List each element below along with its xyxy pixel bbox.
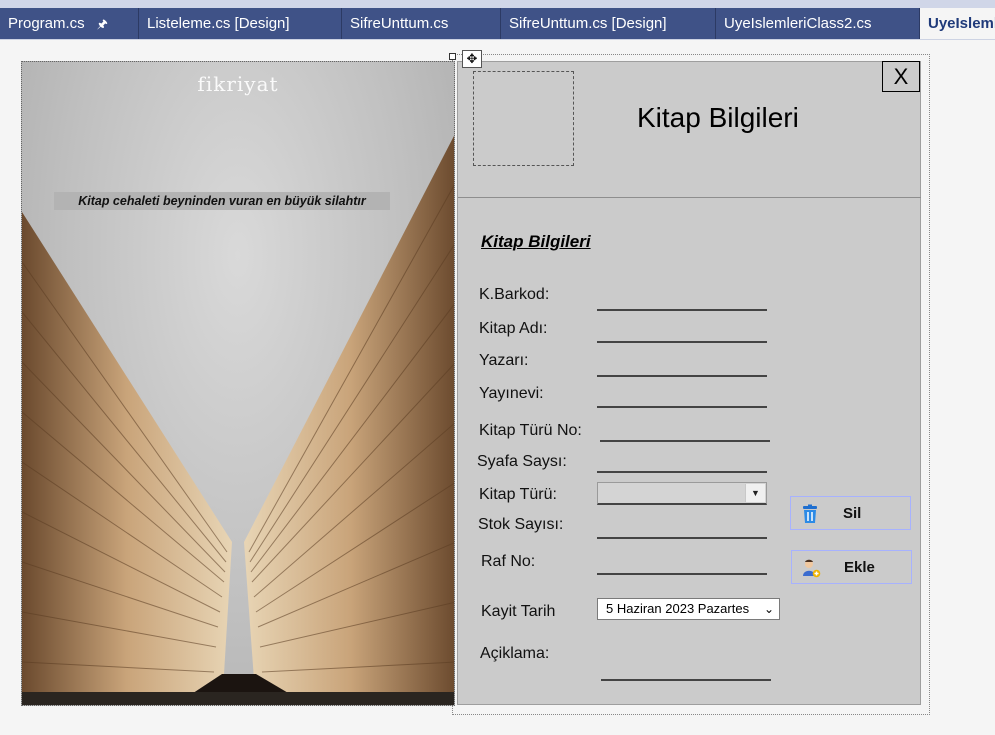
sayfa-sayisi-label: Syafa Saysı: [477, 453, 567, 470]
sil-label: Sil [843, 505, 862, 522]
tab-label: Listeleme.cs [Design] [147, 15, 290, 32]
brand-watermark: fikriyat [197, 72, 279, 96]
sayfa-sayisi-input[interactable] [597, 471, 767, 473]
tab-label: Program.cs [8, 15, 85, 32]
ekle-label: Ekle [844, 559, 875, 576]
quote-caption: Kitap cehaleti beyninden vuran en büyük … [54, 192, 390, 210]
sil-button[interactable]: Sil [790, 496, 911, 530]
move-grip-icon[interactable]: ✥ [462, 50, 482, 68]
raf-no-input[interactable] [597, 573, 767, 575]
tab-sifreunttum-design[interactable]: SifreUnttum.cs [Design] [501, 8, 716, 39]
tab-uyeislemleri-class2[interactable]: UyeIslemleriClass2.cs [716, 8, 920, 39]
logo-picturebox [473, 71, 574, 166]
yazari-input[interactable] [597, 375, 767, 377]
ekle-button[interactable]: Ekle [791, 550, 912, 584]
yayinevi-label: Yayınevi: [479, 385, 544, 402]
stok-sayisi-input[interactable] [597, 537, 767, 539]
stok-sayisi-label: Stok Sayısı: [478, 516, 564, 533]
page-title: Kitap Bilgileri [637, 102, 799, 133]
header-divider [458, 197, 921, 198]
trash-icon [803, 504, 817, 523]
kitap-adi-label: Kitap Adı: [479, 320, 548, 337]
close-button[interactable]: X [882, 61, 920, 92]
tab-label: UyeIslemleriClass2.cs [724, 15, 872, 32]
yayinevi-input[interactable] [597, 406, 767, 408]
pin-icon[interactable]: 🖈 [97, 17, 108, 31]
tab-listeleme-design[interactable]: Listeleme.cs [Design] [139, 8, 342, 39]
tab-sifreunttum-cs[interactable]: SifreUnttum.cs [342, 8, 501, 39]
section-title: Kitap Bilgileri [481, 232, 591, 251]
kitap-adi-input[interactable] [597, 341, 767, 343]
aciklama-label: Açiklama: [480, 645, 550, 662]
kitap-turu-combobox[interactable]: ▼ [597, 482, 767, 505]
chevron-down-icon[interactable]: ▼ [745, 484, 765, 502]
tab-uyeislemleri-active[interactable]: UyeIslemle [920, 8, 995, 39]
kayit-tarih-datepicker[interactable]: 5 Haziran 2023 Pazartes ⌄ [597, 598, 780, 620]
tab-label: SifreUnttum.cs [Design] [509, 15, 667, 32]
tab-label: SifreUnttum.cs [350, 15, 449, 32]
add-user-icon [803, 559, 821, 578]
aciklama-input[interactable] [601, 679, 771, 681]
tab-program-cs[interactable]: Program.cs 🖈 [0, 8, 139, 39]
kayit-tarih-value: 5 Haziran 2023 Pazartes [606, 601, 750, 616]
open-book-image [22, 135, 454, 705]
raf-no-label: Raf No: [481, 553, 536, 570]
book-picture: fikriyat Kitap cehaleti beyninden vuran … [21, 61, 455, 706]
kitap-turu-label: Kitap Türü: [479, 486, 557, 503]
barkod-label: K.Barkod: [479, 286, 550, 303]
tab-label: UyeIslemle [928, 15, 995, 32]
ide-top-strip [0, 0, 995, 8]
resize-handle[interactable] [449, 53, 456, 60]
chevron-down-icon[interactable]: ⌄ [764, 599, 774, 619]
kitap-turu-no-input[interactable] [600, 440, 770, 442]
barkod-input[interactable] [597, 309, 767, 311]
yazari-label: Yazarı: [479, 352, 529, 369]
kitap-turu-no-label: Kitap Türü No: [479, 422, 582, 439]
kayit-tarih-label: Kayit Tarih [481, 603, 556, 620]
